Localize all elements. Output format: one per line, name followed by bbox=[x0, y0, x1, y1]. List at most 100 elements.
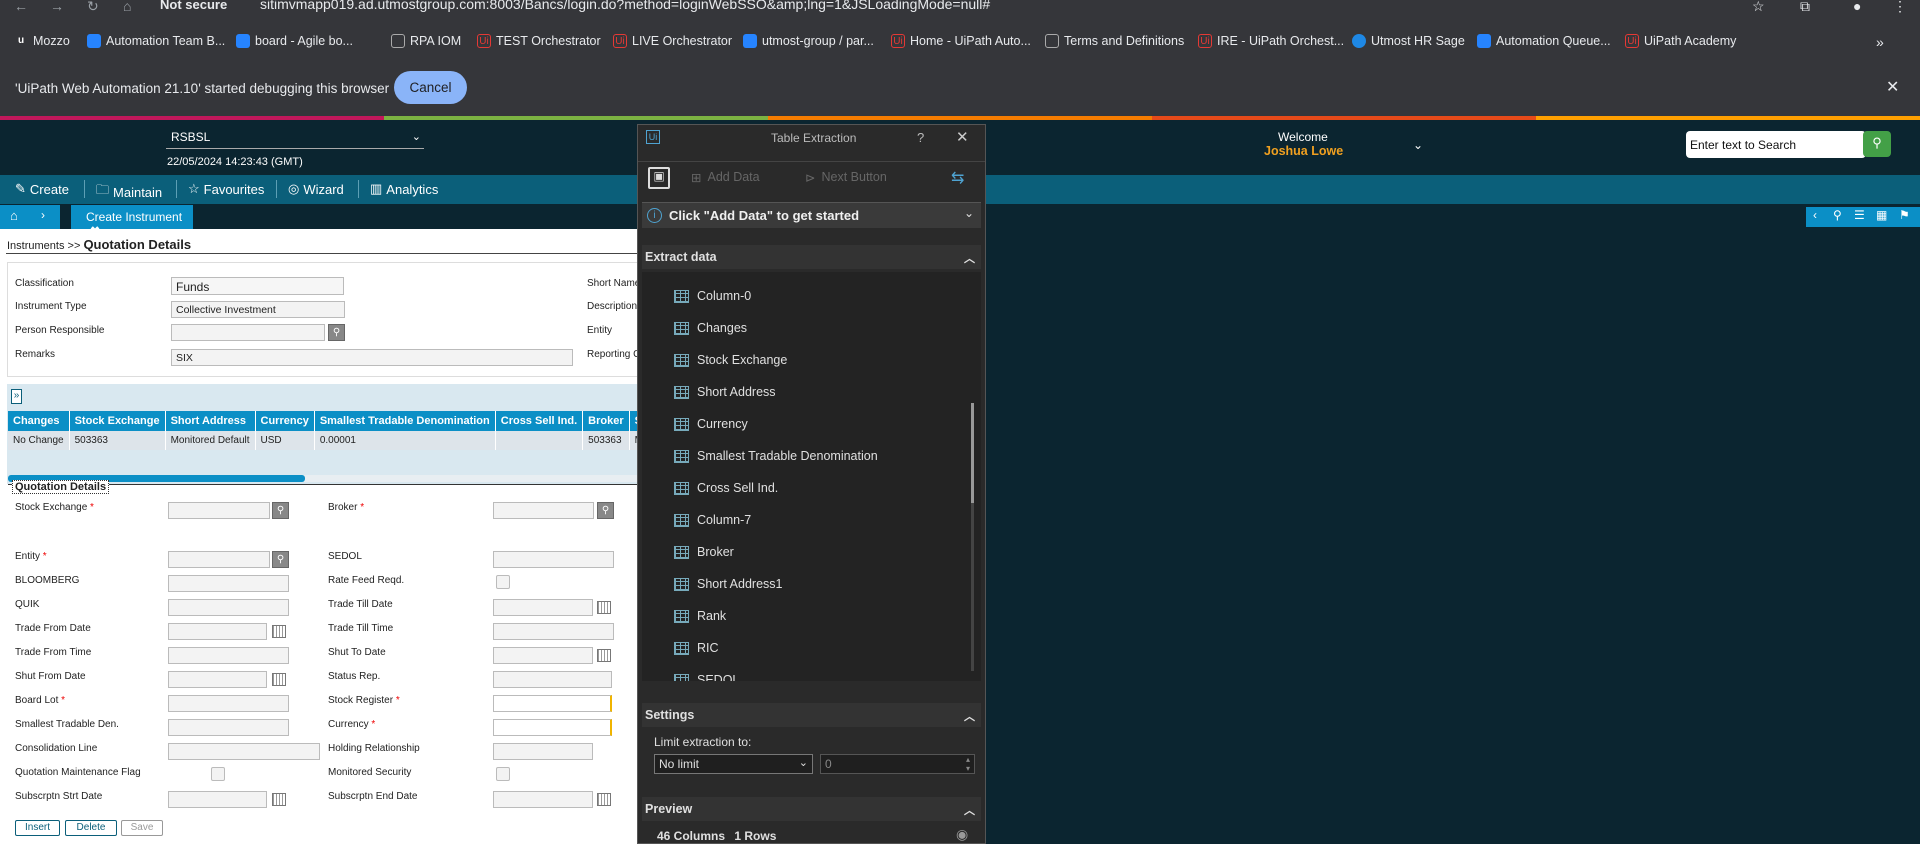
bookmark-item[interactable]: RPA IOM bbox=[391, 34, 461, 48]
table-row[interactable]: No Change 503363 Monitored Default USD 0… bbox=[8, 431, 670, 450]
bookmark-item[interactable]: Automation Queue... bbox=[1477, 34, 1611, 48]
trade-till-date-field[interactable] bbox=[493, 599, 593, 616]
list-item[interactable]: Short Address bbox=[674, 385, 776, 399]
bookmark-icon[interactable]: ⚑ bbox=[1899, 208, 1910, 222]
quik-field[interactable] bbox=[168, 599, 289, 616]
bookmark-item[interactable]: Automation Team B... bbox=[87, 34, 225, 48]
classification-field[interactable]: Funds bbox=[171, 277, 344, 295]
list-item[interactable]: Short Address1 bbox=[674, 577, 782, 591]
delete-button[interactable]: Delete bbox=[65, 820, 117, 836]
address-bar[interactable]: sitimvmapp019.ad.utmostgroup.com:8003/Ba… bbox=[260, 0, 990, 12]
rate-feed-checkbox[interactable] bbox=[496, 575, 510, 589]
instrument-type-field[interactable]: Collective Investment bbox=[171, 301, 345, 318]
more-bookmarks-icon[interactable]: » bbox=[1876, 34, 1884, 50]
bookmark-item[interactable]: Ui IRE - UiPath Orchest... bbox=[1198, 34, 1344, 48]
nav-favourites[interactable]: ☆ Favourites bbox=[188, 181, 264, 197]
not-secure-label[interactable]: Not secure bbox=[160, 0, 227, 12]
bloomberg-field[interactable] bbox=[168, 575, 289, 592]
next-button-button[interactable]: ⊳ Next Button bbox=[805, 170, 887, 185]
save-button[interactable]: Save bbox=[121, 820, 163, 836]
nav-create[interactable]: ✎ Create bbox=[15, 181, 69, 197]
nav-wizard[interactable]: ◎ Wizard bbox=[288, 181, 344, 197]
close-icon[interactable]: ✕ bbox=[956, 128, 969, 146]
calendar-icon[interactable] bbox=[272, 673, 286, 686]
currency-field[interactable] bbox=[493, 719, 612, 736]
user-name[interactable]: Joshua Lowe bbox=[1264, 144, 1343, 158]
grid-header[interactable]: Changes bbox=[8, 411, 70, 431]
limit-select[interactable]: No limit ⌄ bbox=[654, 754, 813, 774]
insert-button[interactable]: Insert bbox=[15, 820, 60, 836]
bookmark-item[interactable]: Ui LIVE Orchestrator bbox=[613, 34, 732, 48]
grid-header[interactable]: Cross Sell Ind. bbox=[495, 411, 584, 431]
person-responsible-field[interactable] bbox=[171, 324, 325, 341]
grid-header[interactable]: Short Address bbox=[165, 411, 256, 431]
status-rep-field[interactable] bbox=[493, 671, 612, 688]
stock-exchange-field[interactable] bbox=[168, 502, 270, 519]
list-item[interactable]: Smallest Tradable Denomination bbox=[674, 449, 878, 463]
trade-from-time-field[interactable] bbox=[168, 647, 289, 664]
search-icon[interactable]: ⚲ bbox=[1863, 131, 1891, 157]
preview-header[interactable]: Preview ︿ bbox=[642, 797, 981, 821]
bookmark-star-icon[interactable]: ☆ bbox=[1752, 0, 1765, 15]
list-item[interactable]: Changes bbox=[674, 321, 747, 335]
bookmark-item[interactable]: Terms and Definitions bbox=[1045, 34, 1184, 48]
trade-till-time-field[interactable] bbox=[493, 623, 614, 640]
extensions-icon[interactable]: ⧉ bbox=[1800, 0, 1810, 15]
list-item[interactable]: Cross Sell Ind. bbox=[674, 481, 778, 495]
extract-data-header[interactable]: Extract data ︿ bbox=[642, 245, 981, 269]
shut-from-date-field[interactable] bbox=[168, 671, 267, 688]
grid-header[interactable]: Stock Exchange bbox=[69, 411, 166, 431]
holding-relationship-field[interactable] bbox=[493, 743, 593, 760]
board-lot-field[interactable] bbox=[168, 695, 289, 712]
smallest-den-field[interactable] bbox=[168, 719, 289, 736]
forward-icon[interactable]: → bbox=[50, 0, 64, 14]
tab-create-instrument[interactable]: Create Instrument ✖ bbox=[71, 205, 193, 238]
search-icon[interactable]: ⚲ bbox=[597, 502, 614, 519]
monitored-security-checkbox[interactable] bbox=[496, 767, 510, 781]
bookmark-item[interactable]: board - Agile bo... bbox=[236, 34, 353, 48]
bookmark-item[interactable]: Ui TEST Orchestrator bbox=[477, 34, 601, 48]
list-item[interactable]: Rank bbox=[674, 609, 726, 623]
calendar-icon[interactable] bbox=[597, 793, 611, 806]
list-item[interactable]: Currency bbox=[674, 417, 748, 431]
nav-maintain[interactable]: 🗀 Maintain bbox=[96, 181, 162, 203]
subscription-end-field[interactable] bbox=[493, 791, 593, 808]
bookmark-item[interactable]: u Mozzo bbox=[14, 34, 70, 48]
menu-icon[interactable]: ⋮ bbox=[1893, 0, 1907, 15]
trade-from-date-field[interactable] bbox=[168, 623, 267, 640]
sedol-field[interactable] bbox=[493, 551, 614, 568]
bookmark-item[interactable]: Ui UiPath Academy bbox=[1625, 34, 1736, 48]
close-icon[interactable]: ✕ bbox=[1886, 77, 1899, 97]
nav-analytics[interactable]: ▥ Analytics bbox=[370, 181, 438, 197]
bookmark-item[interactable]: Utmost HR Sage bbox=[1352, 34, 1465, 48]
hint-bar[interactable]: i Click "Add Data" to get started ⌄ bbox=[642, 202, 981, 228]
grid-header[interactable]: Broker bbox=[582, 411, 630, 431]
list-item[interactable]: Column-0 bbox=[674, 289, 751, 303]
search-icon[interactable]: ⚲ bbox=[1833, 208, 1842, 222]
profile-icon[interactable]: ● bbox=[1853, 0, 1861, 14]
consolidation-line-field[interactable] bbox=[168, 743, 320, 760]
search-input[interactable]: Enter text to Search bbox=[1690, 138, 1796, 152]
chevron-down-icon[interactable]: ⌄ bbox=[1413, 138, 1423, 152]
list-scrollbar[interactable] bbox=[971, 403, 974, 671]
chevron-right-icon[interactable]: › bbox=[41, 208, 45, 222]
search-icon[interactable]: ⚲ bbox=[272, 502, 289, 519]
chevron-left-icon[interactable]: ‹ bbox=[1813, 208, 1817, 222]
calendar-icon[interactable] bbox=[272, 625, 286, 638]
add-data-button[interactable]: ⊞ Add Data bbox=[691, 170, 760, 185]
reload-icon[interactable]: ↻ bbox=[87, 0, 99, 15]
calendar-icon[interactable] bbox=[272, 793, 286, 806]
remarks-field[interactable]: SIX bbox=[171, 349, 573, 366]
entity-field[interactable] bbox=[168, 551, 270, 568]
calendar-icon[interactable] bbox=[597, 601, 611, 614]
eye-icon[interactable]: ◉ bbox=[956, 826, 968, 843]
settings-header[interactable]: Settings ︿ bbox=[642, 703, 981, 727]
list-icon[interactable]: ☰ bbox=[1854, 208, 1865, 222]
refresh-icon[interactable]: ⇆ bbox=[951, 168, 964, 188]
stock-register-field[interactable] bbox=[493, 695, 612, 712]
help-icon[interactable]: ? bbox=[917, 130, 924, 145]
save-icon[interactable]: ▣ bbox=[648, 167, 670, 189]
list-item[interactable]: SEDOL bbox=[674, 673, 739, 681]
grid-header[interactable]: Smallest Tradable Denomination bbox=[314, 411, 496, 431]
search-icon[interactable]: ⚲ bbox=[272, 551, 289, 568]
